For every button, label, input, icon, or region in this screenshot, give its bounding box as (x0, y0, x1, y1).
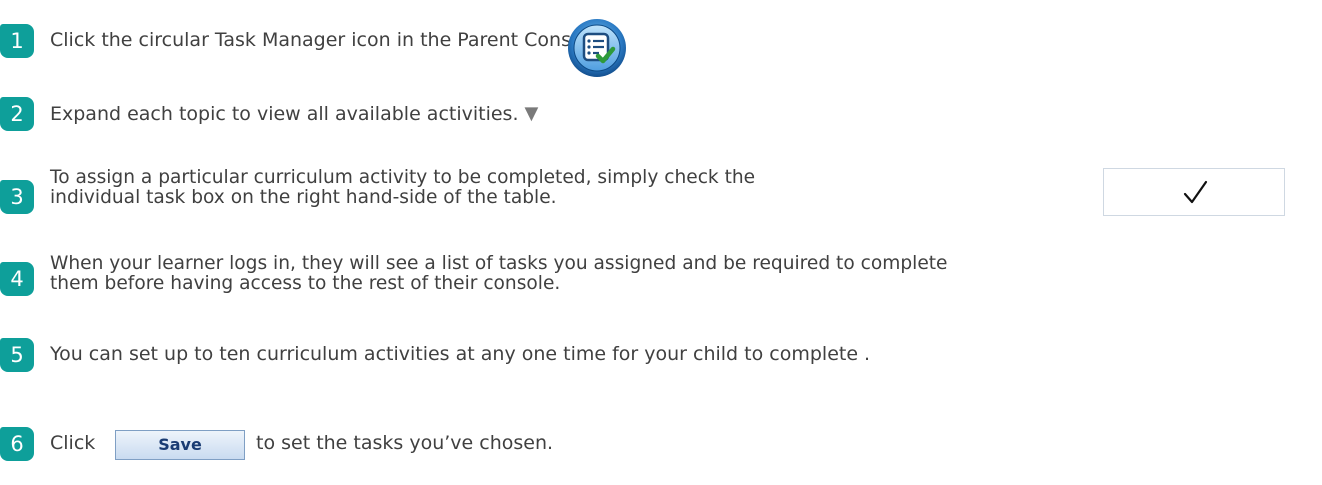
step-number-badge: 5 (0, 338, 34, 372)
step-3-line-2: individual task box on the right hand-si… (50, 187, 557, 208)
checkmark-icon (1183, 180, 1208, 204)
step-6-text-before: Click (50, 432, 96, 454)
step-4-text: When your learner logs in, they will see… (50, 254, 947, 294)
step-2-text: Expand each topic to view all available … (50, 103, 538, 125)
step-5-text: You can set up to ten curriculum activit… (50, 343, 871, 365)
task-checkbox-example[interactable] (1103, 168, 1285, 216)
step-3-line-1: To assign a particular curriculum activi… (50, 167, 756, 188)
step-4-line-2: them before having access to the rest of… (50, 273, 561, 294)
step-number-badge: 4 (0, 262, 34, 296)
triangle-down-icon: ▼ (524, 103, 539, 124)
step-6-text-after: to set the tasks you’ve chosen. (256, 432, 554, 454)
step-number-badge: 2 (0, 97, 34, 131)
step-number-badge: 6 (0, 427, 34, 461)
step-1-text: Click the circular Task Manager icon in … (50, 29, 606, 51)
save-button[interactable]: Save (115, 430, 245, 460)
step-number-badge: 3 (0, 180, 34, 214)
step-2-label: Expand each topic to view all available … (50, 103, 519, 125)
task-manager-icon[interactable] (567, 18, 627, 78)
step-number-badge: 1 (0, 24, 34, 58)
step-4-line-1: When your learner logs in, they will see… (50, 253, 948, 274)
step-3-text: To assign a particular curriculum activi… (50, 168, 755, 208)
